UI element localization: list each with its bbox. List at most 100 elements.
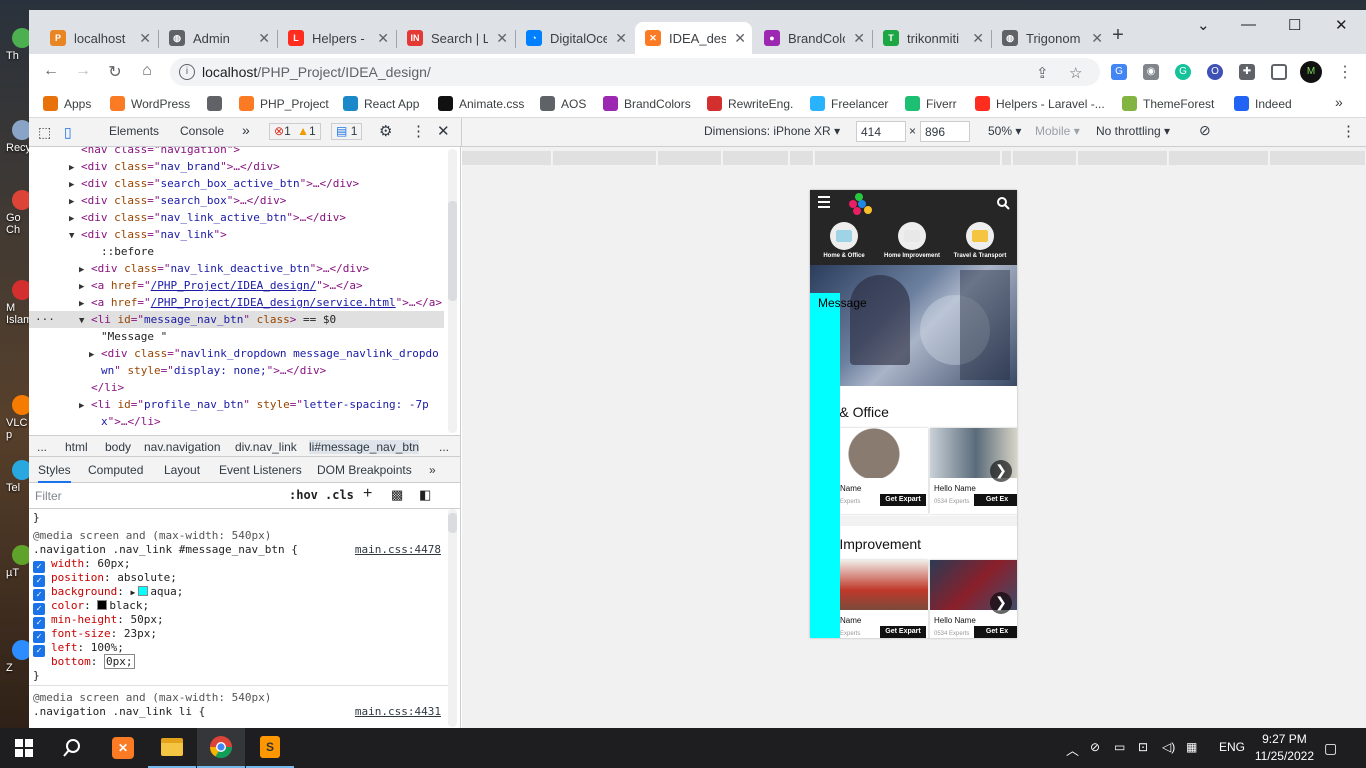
rule2-source-link[interactable]: main.css:4431 [355, 705, 441, 719]
css-property-value[interactable]: 100%; [91, 641, 124, 654]
tab-close-icon[interactable]: ✕ [139, 30, 151, 47]
maximize-button[interactable]: ☐ [1288, 16, 1301, 34]
new-tab-button[interactable]: + [1108, 24, 1128, 47]
bookmark-item[interactable]: PHP_Project [239, 96, 329, 111]
bookmark-item[interactable]: ThemeForest [1122, 96, 1214, 111]
mobile-selector[interactable]: Mobile ▾ [1035, 124, 1080, 138]
breadcrumb-item[interactable]: html [65, 440, 88, 454]
breadcrumb-item[interactable]: ... [439, 440, 449, 454]
css-property-name[interactable]: left [51, 641, 78, 654]
get-expert-button[interactable]: Get Ex [974, 626, 1017, 638]
rule1-source-link[interactable]: main.css:4478 [355, 543, 441, 557]
forward-button[interactable]: → [73, 62, 93, 80]
carousel-next-icon[interactable]: ❯ [990, 592, 1012, 614]
device-more-icon[interactable]: ⋮ [1341, 122, 1356, 140]
get-expert-button[interactable]: Get Expart [880, 494, 926, 506]
extensions-puzzle-icon[interactable]: ✚ [1239, 64, 1255, 80]
dom-node-line[interactable]: <nav class="navigation"> [29, 147, 444, 158]
rotate-icon[interactable]: ⊘ [1199, 122, 1211, 139]
keyboard-icon[interactable]: ▦ [1186, 740, 1197, 754]
desktop-shortcut[interactable]: Th [0, 28, 29, 88]
xampp-taskbar-icon[interactable]: ✕ [99, 728, 147, 768]
devtools-menu-icon[interactable]: ⋮ [411, 122, 426, 140]
close-devtools-icon[interactable]: ✕ [437, 122, 450, 140]
search-icon[interactable] [997, 197, 1010, 210]
dom-node-line[interactable]: ▶ <div class="search_box_active_btn">…</d… [29, 175, 444, 192]
browser-tab[interactable]: ◍ Trigonom ✕ [992, 22, 1109, 54]
bookmark-item[interactable]: Apps [43, 96, 91, 111]
close-window-button[interactable]: ✕ [1335, 16, 1348, 34]
bookmark-item[interactable]: AOS [540, 96, 586, 111]
translate-extension-icon[interactable]: G [1111, 64, 1127, 80]
bookmark-star-icon[interactable]: ☆ [1069, 64, 1082, 82]
css-property-name[interactable]: min-height [51, 613, 117, 626]
sublime-taskbar-icon[interactable]: S [246, 728, 294, 768]
browser-tab[interactable]: ● BrandColo ✕ [754, 22, 871, 54]
bookmark-item[interactable]: RewriteEng. [707, 96, 793, 111]
more-tabs-button[interactable]: » [242, 122, 250, 138]
browser-tab[interactable]: ✕ IDEA_desi ✕ [635, 22, 752, 54]
bookmark-item[interactable]: WordPress [110, 96, 190, 111]
browser-tab[interactable]: L Helpers - L ✕ [278, 22, 395, 54]
carousel-next-icon[interactable]: ❯ [990, 460, 1012, 482]
tab-close-icon[interactable]: ✕ [615, 30, 627, 47]
reload-button[interactable]: ↻ [105, 62, 125, 82]
tab-close-icon[interactable]: ✕ [1091, 30, 1103, 47]
dom-node-line[interactable]: ▶ <a href="/PHP_Project/IDEA_design/">…</… [29, 277, 444, 294]
breadcrumb-item[interactable]: ... [37, 440, 47, 454]
inspect-element-icon[interactable]: ⬚ [38, 124, 51, 141]
css-property-value[interactable]: aqua; [150, 585, 183, 598]
home-button[interactable]: ⌂ [137, 62, 157, 80]
dom-node-line[interactable]: ::before [29, 243, 444, 260]
css-property-value[interactable]: 0px; [104, 654, 135, 669]
css-property-name[interactable]: background [51, 585, 117, 598]
network-icon[interactable]: ⊡ [1138, 740, 1148, 754]
zoom-selector[interactable]: 50% ▾ [988, 124, 1021, 138]
throttling-selector[interactable]: No throttling ▾ [1096, 124, 1170, 138]
service-card[interactable]: Name Experts Get Expart [836, 560, 928, 638]
css-property-name[interactable]: width [51, 557, 84, 570]
category-item[interactable]: Travel & Transport [946, 222, 1014, 259]
styles-subtab[interactable]: Styles [38, 463, 71, 483]
desktop-shortcut[interactable]: Recy [0, 120, 29, 180]
device-height-input[interactable]: 896 [920, 121, 970, 142]
device-toggle-icon[interactable]: ▯ [64, 124, 72, 141]
dom-link[interactable]: /PHP_Project/IDEA_design/ [151, 279, 317, 292]
dom-node-line[interactable]: </li> [29, 379, 444, 396]
breadcrumb-item[interactable]: nav.navigation [144, 440, 221, 454]
dom-node-line[interactable]: ▶ <li id="profile_nav_btn" style="letter-… [29, 396, 444, 413]
tab-close-icon[interactable]: ✕ [258, 30, 270, 47]
share-icon[interactable]: ⇪ [1036, 64, 1049, 82]
desktop-shortcut[interactable]: VLC p [0, 395, 29, 455]
camera-extension-icon[interactable]: ◉ [1143, 64, 1159, 80]
bookmark-item[interactable] [207, 96, 222, 111]
tab-search-icon[interactable]: ⌄ [1197, 16, 1210, 34]
get-expert-button[interactable]: Get Ex [974, 494, 1017, 506]
css-property-name[interactable]: bottom [51, 655, 91, 668]
css-property-name[interactable]: font-size [51, 627, 111, 640]
dom-node-line[interactable]: ▶ <div class="nav_link_active_btn">…</div… [29, 209, 444, 226]
css-property-value[interactable]: absolute; [117, 571, 177, 584]
desktop-shortcut[interactable]: Tel [0, 460, 29, 520]
bookmark-item[interactable]: React App [343, 96, 419, 111]
category-item[interactable]: Home Improvement [878, 222, 946, 259]
color-swatch[interactable] [97, 600, 108, 610]
tab-close-icon[interactable]: ✕ [377, 30, 389, 47]
browser-tab[interactable]: IN Search | Li ✕ [397, 22, 514, 54]
breadcrumb-item[interactable]: body [105, 440, 131, 454]
service-card[interactable]: Name Experts Get Expart [836, 428, 928, 514]
styles-scrollbar[interactable] [448, 513, 457, 533]
clock[interactable]: 9:27 PM 11/25/2022 [1255, 731, 1314, 765]
dom-node-line[interactable]: ▼ <div class="nav_link"> [29, 226, 444, 243]
dom-node-line[interactable]: wn" style="display: none;">…</div> [29, 362, 444, 379]
styles-subtab[interactable]: Event Listeners [219, 463, 302, 477]
browser-tab[interactable]: Ttrikonmiti ✕ [873, 22, 990, 54]
css-property-name[interactable]: position [51, 571, 104, 584]
device-selector[interactable]: Dimensions: iPhone XR ▾ [704, 124, 840, 138]
dom-node-line[interactable]: ▶ <div class="navlink_dropdown message_na… [29, 345, 444, 362]
settings-gear-icon[interactable]: ⚙ [379, 122, 392, 140]
file-explorer-taskbar-icon[interactable] [148, 728, 196, 768]
bookmark-item[interactable]: Freelancer [810, 96, 888, 111]
declaration-checkbox[interactable] [33, 655, 45, 667]
hov-button[interactable]: :hov [289, 488, 318, 502]
